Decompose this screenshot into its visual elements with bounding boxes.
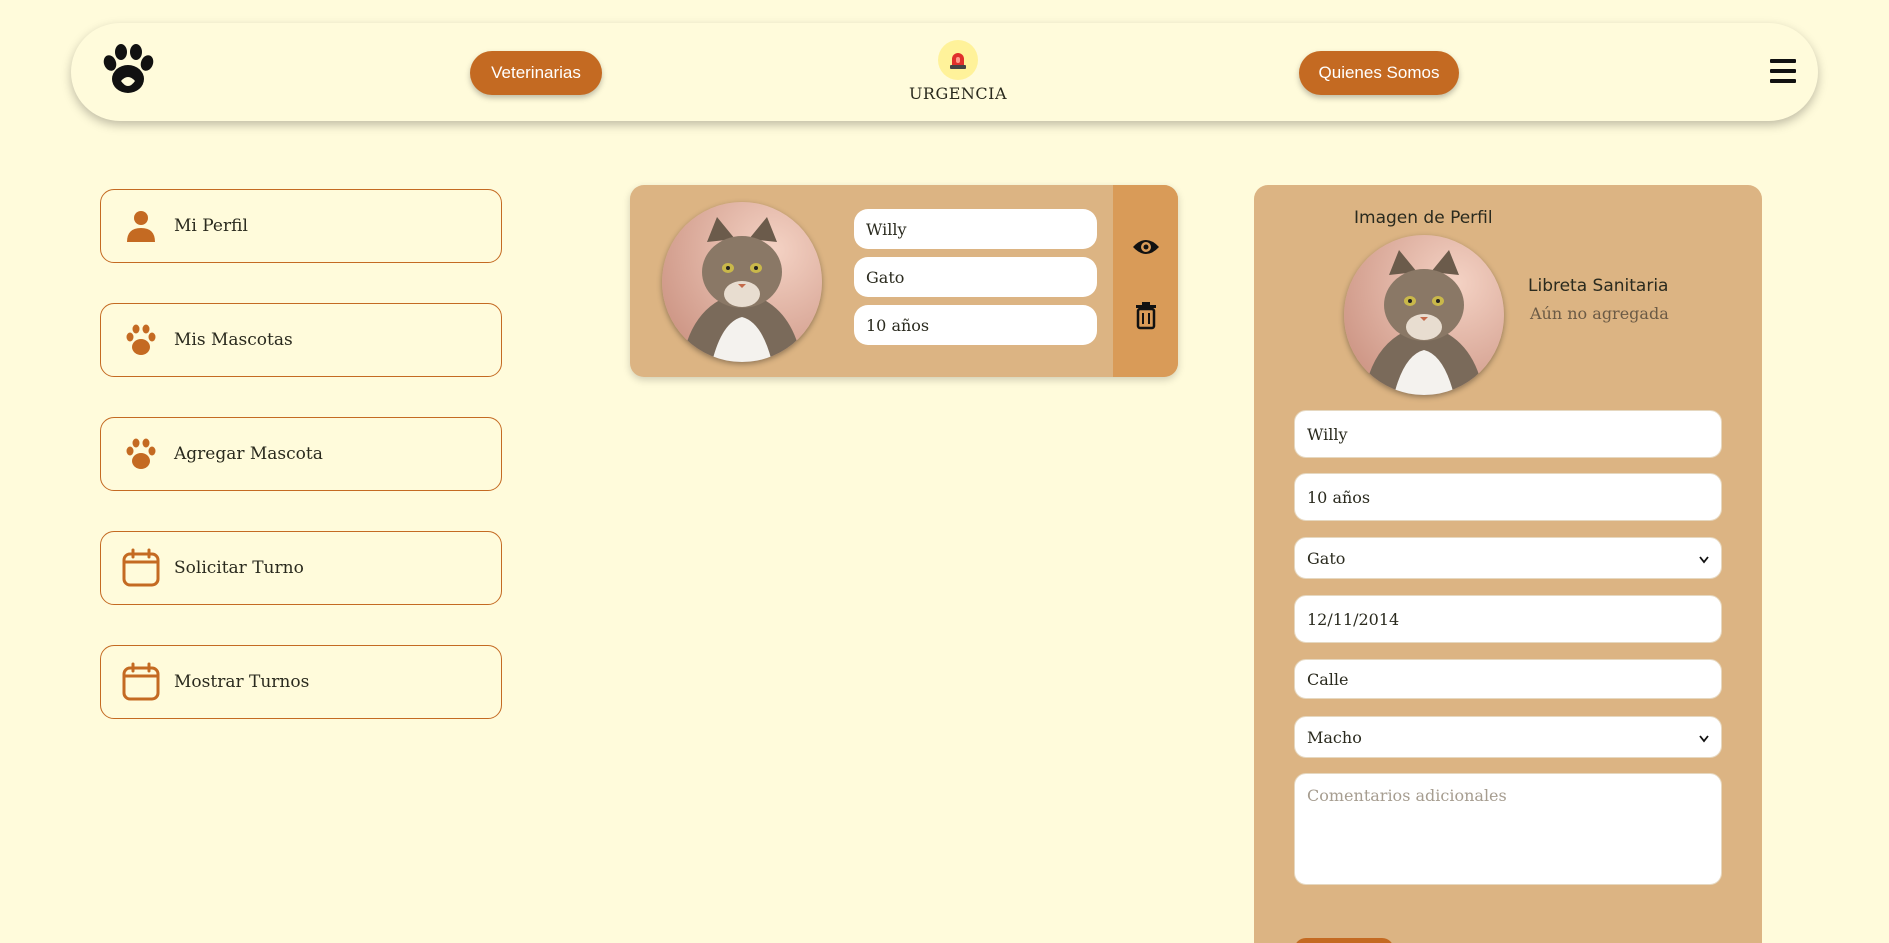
sex-select[interactable]: Macho bbox=[1294, 716, 1722, 758]
view-eye-icon[interactable] bbox=[1131, 232, 1161, 262]
pet-edit-panel: Imagen de Perfil Libreta Sanitaria Aún n… bbox=[1254, 185, 1762, 943]
profile-image-title: Imagen de Perfil bbox=[1354, 208, 1493, 228]
pet-age-field: 10 años bbox=[854, 305, 1097, 345]
name-input[interactable]: Willy bbox=[1294, 410, 1722, 458]
calendar-icon bbox=[121, 662, 161, 702]
sidebar-item-label: Solicitar Turno bbox=[174, 558, 304, 578]
libreta-sanitaria-title: Libreta Sanitaria bbox=[1528, 276, 1669, 296]
species-select[interactable]: Gato bbox=[1294, 537, 1722, 579]
sidebar-item-agregar-mascota[interactable]: Agregar Mascota bbox=[100, 417, 502, 491]
navbar: Veterinarias URGENCIA Quienes Somos bbox=[71, 23, 1818, 121]
veterinarias-button[interactable]: Veterinarias bbox=[470, 51, 602, 95]
birthdate-input[interactable]: 12/11/2014 bbox=[1294, 595, 1722, 643]
paw-icon bbox=[121, 320, 161, 360]
chevron-down-icon bbox=[1699, 549, 1709, 568]
age-input[interactable]: 10 años bbox=[1294, 473, 1722, 521]
urgencia-label: URGENCIA bbox=[908, 84, 1008, 103]
delete-trash-icon[interactable] bbox=[1131, 300, 1161, 330]
comments-textarea[interactable]: Comentarios adicionales bbox=[1294, 773, 1722, 885]
chevron-down-icon bbox=[1699, 728, 1709, 747]
pet-name-field: Willy bbox=[854, 209, 1097, 249]
siren-icon bbox=[938, 40, 978, 80]
sidebar-item-label: Mis Mascotas bbox=[174, 330, 293, 350]
sidebar-item-mis-mascotas[interactable]: Mis Mascotas bbox=[100, 303, 502, 377]
paw-logo-icon[interactable] bbox=[99, 41, 157, 99]
pet-card-actions bbox=[1113, 185, 1178, 377]
sex-select-value: Macho bbox=[1307, 727, 1362, 747]
sidebar-item-label: Mi Perfil bbox=[174, 216, 248, 236]
paw-icon bbox=[121, 434, 161, 474]
sidebar-item-mi-perfil[interactable]: Mi Perfil bbox=[100, 189, 502, 263]
sidebar-item-solicitar-turno[interactable]: Solicitar Turno bbox=[100, 531, 502, 605]
sidebar-item-label: Agregar Mascota bbox=[174, 444, 323, 464]
urgencia-link[interactable]: URGENCIA bbox=[903, 40, 1013, 103]
person-icon bbox=[121, 206, 161, 246]
pet-species-field: Gato bbox=[854, 257, 1097, 297]
submit-button[interactable] bbox=[1294, 938, 1394, 943]
quienes-somos-button[interactable]: Quienes Somos bbox=[1299, 51, 1459, 95]
profile-image[interactable] bbox=[1344, 235, 1504, 395]
sidebar-item-label: Mostrar Turnos bbox=[174, 672, 310, 692]
sidebar-item-mostrar-turnos[interactable]: Mostrar Turnos bbox=[100, 645, 502, 719]
hamburger-menu-icon[interactable] bbox=[1770, 59, 1796, 85]
libreta-sanitaria-status: Aún no agregada bbox=[1530, 304, 1669, 323]
pet-avatar bbox=[662, 202, 822, 362]
calendar-icon bbox=[121, 548, 161, 588]
pet-card: Willy Gato 10 años bbox=[630, 185, 1178, 377]
species-select-value: Gato bbox=[1307, 548, 1346, 568]
address-input[interactable]: Calle bbox=[1294, 659, 1722, 699]
